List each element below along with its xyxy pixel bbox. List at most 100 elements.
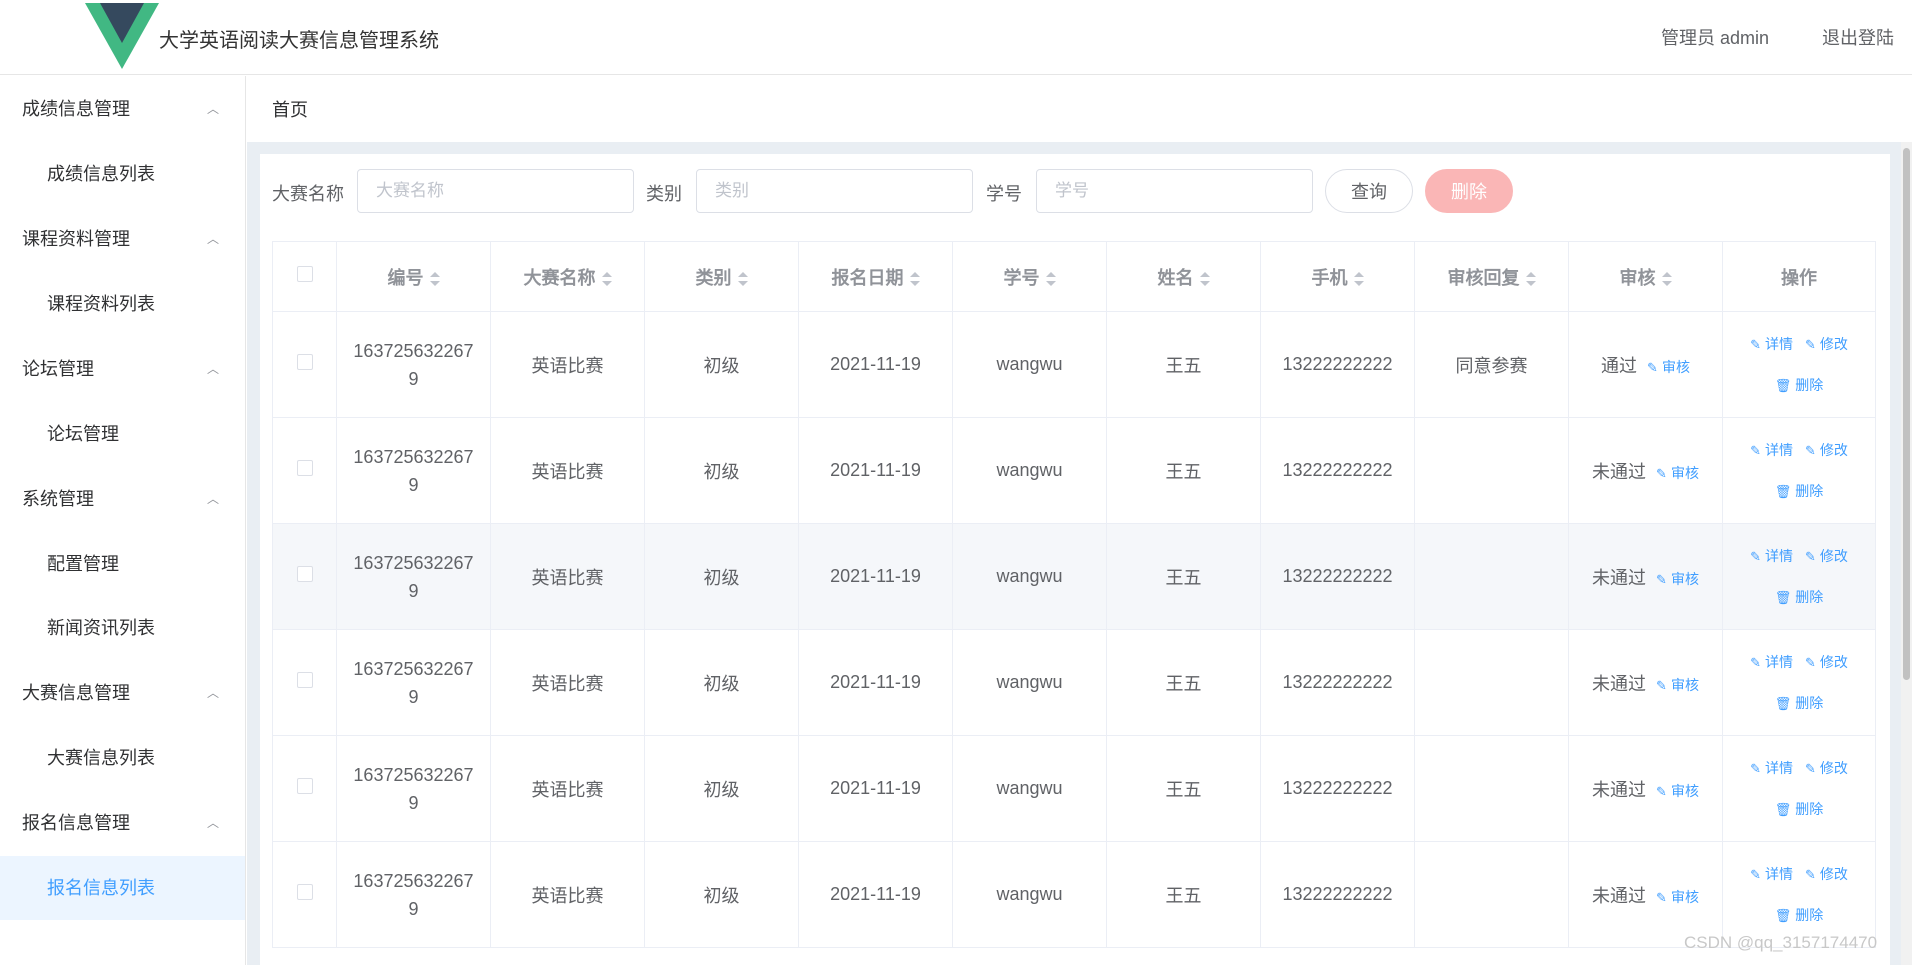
menu-item-contest-list[interactable]: 大赛信息列表	[0, 726, 245, 790]
sort-icon[interactable]	[1525, 271, 1536, 286]
menu-group-forum[interactable]: 论坛管理 ︿	[0, 336, 245, 402]
menu-item-news-list[interactable]: 新闻资讯列表	[0, 596, 245, 660]
row-select-cell[interactable]	[272, 417, 337, 524]
edit-link[interactable]: ✎ 修改	[1805, 654, 1848, 670]
detail-link[interactable]: ✎ 详情	[1750, 336, 1793, 352]
audit-link[interactable]: ✎ 审核	[1647, 359, 1690, 375]
column-header[interactable]: 手机	[1260, 241, 1415, 312]
student-id-cell: wangwu	[952, 523, 1107, 630]
sort-icon[interactable]	[909, 271, 920, 286]
column-header[interactable]: 审核	[1568, 241, 1723, 312]
type-input[interactable]	[696, 169, 973, 213]
menu-group-course[interactable]: 课程资料管理 ︿	[0, 206, 245, 272]
audit-link[interactable]: ✎ 审核	[1656, 571, 1699, 587]
column-header[interactable]: 审核回复	[1414, 241, 1569, 312]
edit-link[interactable]: ✎ 修改	[1805, 336, 1848, 352]
audit-link[interactable]: ✎ 审核	[1656, 889, 1699, 905]
type-cell: 初级	[644, 523, 799, 630]
sort-icon[interactable]	[1199, 271, 1210, 286]
menu-item-config[interactable]: 配置管理	[0, 532, 245, 596]
column-header[interactable]: 学号	[952, 241, 1107, 312]
column-header[interactable]: 类别	[644, 241, 799, 312]
sort-icon[interactable]	[601, 271, 612, 286]
detail-link[interactable]: ✎ 详情	[1750, 760, 1793, 776]
delete-link[interactable]: 🗑 删除	[1775, 377, 1824, 393]
delete-link[interactable]: 🗑 删除	[1775, 907, 1824, 923]
menu-item-score-list[interactable]: 成绩信息列表	[0, 142, 245, 206]
edit-icon: ✎	[1805, 654, 1816, 670]
select-all-cell[interactable]	[272, 241, 337, 312]
sort-icon[interactable]	[1353, 271, 1364, 286]
batch-delete-button[interactable]: 删除	[1425, 169, 1513, 213]
menu-group-signup[interactable]: 报名信息管理 ︿	[0, 790, 245, 856]
detail-link[interactable]: ✎ 详情	[1750, 548, 1793, 564]
menu-group-score[interactable]: 成绩信息管理 ︿	[0, 76, 245, 142]
audit-link[interactable]: ✎ 审核	[1656, 783, 1699, 799]
delete-link[interactable]: 🗑 删除	[1775, 801, 1824, 817]
audit-link[interactable]: ✎ 审核	[1656, 677, 1699, 693]
edit-icon: ✎	[1656, 571, 1667, 587]
row-checkbox[interactable]	[296, 672, 313, 688]
date-cell: 2021-11-19	[798, 629, 953, 736]
scrollbar-thumb[interactable]	[1903, 148, 1910, 680]
edit-link[interactable]: ✎ 修改	[1805, 442, 1848, 458]
edit-icon: ✎	[1805, 336, 1816, 352]
row-checkbox[interactable]	[296, 884, 313, 900]
table-row: 1637256322679 英语比赛 初级 2021-11-19 wangwu 王五 132…	[272, 417, 1876, 524]
table-header-row: 编号 大赛名称 类别 报名日期 学号 姓名 手机 审核回复 审核 操作	[272, 241, 1876, 312]
detail-link[interactable]: ✎ 详情	[1750, 442, 1793, 458]
sort-icon[interactable]	[429, 271, 440, 286]
row-checkbox[interactable]	[296, 460, 313, 476]
contest-name-input[interactable]	[357, 169, 634, 213]
logout-link[interactable]: 退出登陆	[1822, 24, 1894, 50]
delete-link[interactable]: 🗑 删除	[1775, 589, 1824, 605]
row-select-cell[interactable]	[272, 841, 337, 948]
contest-name-label: 大赛名称	[272, 184, 344, 204]
id-cell: 1637256322679	[336, 629, 491, 736]
menu-group-label: 系统管理	[22, 489, 94, 509]
menu-item-signup-list[interactable]: 报名信息列表	[0, 856, 245, 920]
row-checkbox[interactable]	[296, 566, 313, 582]
student-id-cell: wangwu	[952, 629, 1107, 736]
row-select-cell[interactable]	[272, 735, 337, 842]
row-checkbox[interactable]	[296, 354, 313, 370]
sort-icon[interactable]	[737, 271, 748, 286]
sort-icon[interactable]	[1045, 271, 1056, 286]
sort-icon[interactable]	[1661, 271, 1672, 286]
menu-item-course-list[interactable]: 课程资料列表	[0, 272, 245, 336]
row-select-cell[interactable]	[272, 311, 337, 418]
audit-link[interactable]: ✎ 审核	[1656, 465, 1699, 481]
row-checkbox[interactable]	[296, 778, 313, 794]
delete-link[interactable]: 🗑 删除	[1775, 695, 1824, 711]
edit-link[interactable]: ✎ 修改	[1805, 866, 1848, 882]
column-header[interactable]: 大赛名称	[490, 241, 645, 312]
id-value: 1637256322679	[353, 340, 474, 389]
edit-icon: ✎	[1750, 336, 1761, 352]
contest-cell: 英语比赛	[490, 629, 645, 736]
current-user: 管理员 admin	[1661, 28, 1770, 48]
menu-group-contest[interactable]: 大赛信息管理 ︿	[0, 660, 245, 726]
select-all-checkbox[interactable]	[296, 266, 313, 282]
edit-icon: ✎	[1656, 889, 1667, 905]
menu-group-system[interactable]: 系统管理 ︿	[0, 466, 245, 532]
page-scrollbar[interactable]	[1901, 142, 1912, 965]
column-header[interactable]: 报名日期	[798, 241, 953, 312]
query-button[interactable]: 查询	[1325, 169, 1413, 213]
audit-cell: 未通过 ✎ 审核	[1568, 417, 1723, 524]
delete-link[interactable]: 🗑 删除	[1775, 483, 1824, 499]
name-cell: 王五	[1106, 523, 1261, 630]
audit-status: 未通过	[1592, 461, 1647, 482]
column-header[interactable]: 姓名	[1106, 241, 1261, 312]
student-id-input[interactable]	[1036, 169, 1313, 213]
detail-link[interactable]: ✎ 详情	[1750, 654, 1793, 670]
signup-table: 编号 大赛名称 类别 报名日期 学号 姓名 手机 审核回复 审核 操作 1637…	[272, 241, 1876, 948]
breadcrumb[interactable]: 首页	[272, 96, 308, 122]
column-header[interactable]: 编号	[336, 241, 491, 312]
row-select-cell[interactable]	[272, 629, 337, 736]
edit-link[interactable]: ✎ 修改	[1805, 760, 1848, 776]
edit-link[interactable]: ✎ 修改	[1805, 548, 1848, 564]
menu-item-forum[interactable]: 论坛管理	[0, 402, 245, 466]
detail-link[interactable]: ✎ 详情	[1750, 866, 1793, 882]
date-cell: 2021-11-19	[798, 523, 953, 630]
row-select-cell[interactable]	[272, 523, 337, 630]
